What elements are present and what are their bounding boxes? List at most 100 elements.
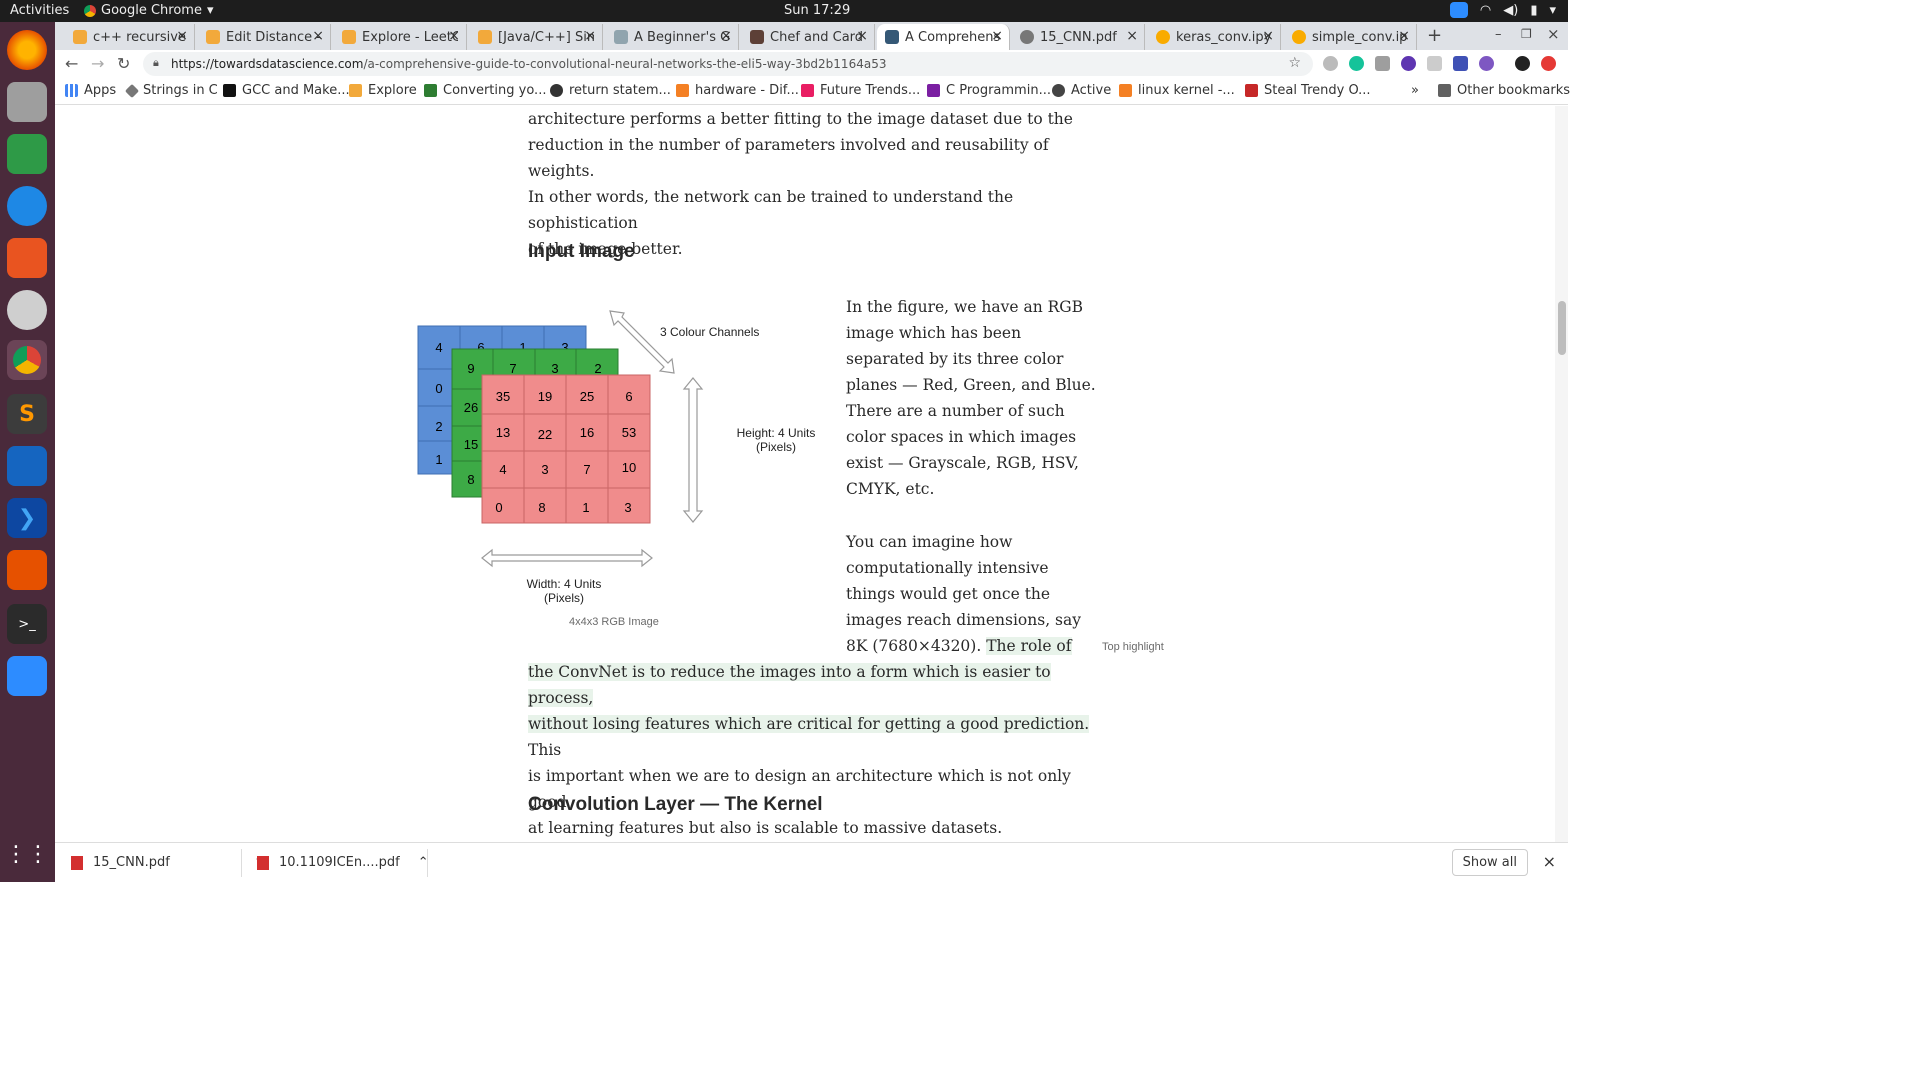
bookmark-apps[interactable]: Apps <box>65 83 116 98</box>
star-icon[interactable]: ☆ <box>1288 55 1301 71</box>
close-icon[interactable]: × <box>991 28 1003 44</box>
pixel-value: 35 <box>496 389 510 404</box>
close-icon[interactable]: × <box>448 28 460 44</box>
chevron-down-icon: ▾ <box>206 3 214 18</box>
pixel-value: 2 <box>594 361 601 376</box>
system-tray[interactable]: ◠ ◀) ▮ ▾ <box>1449 2 1556 18</box>
tab-active[interactable]: A Comprehens × <box>877 24 1010 50</box>
vscode-icon[interactable]: ❯ <box>7 498 47 538</box>
close-icon[interactable]: × <box>1262 28 1274 44</box>
battery-icon[interactable]: ▮ <box>1530 3 1537 18</box>
bookmark[interactable]: Active <box>1052 83 1111 98</box>
impress-icon[interactable] <box>7 550 47 590</box>
download-item[interactable]: 10.1109ICEn....pdf ⌃ <box>257 855 429 870</box>
tab[interactable]: keras_conv.ipy × <box>1148 24 1281 50</box>
chrome-dock-icon[interactable] <box>7 340 47 380</box>
navigation-bar: ← → ↻ 🔒︎ https://towardsdatascience.com /… <box>55 50 1568 78</box>
width-label: Width: 4 Units <box>527 577 602 591</box>
pixel-value: 15 <box>464 437 478 452</box>
page-scrollbar[interactable] <box>1555 106 1568 842</box>
pixel-value: 22 <box>538 427 552 442</box>
bookmark[interactable]: Steal Trendy O... <box>1245 83 1371 98</box>
grammarly-icon[interactable] <box>1349 56 1364 71</box>
other-bookmarks[interactable]: Other bookmarks <box>1438 83 1570 98</box>
tab[interactable]: 15_CNN.pdf × <box>1012 24 1145 50</box>
maximize-button[interactable]: ❐ <box>1521 27 1532 41</box>
bookmarks-overflow-button[interactable]: » <box>1411 83 1419 98</box>
scrollbar-thumb[interactable] <box>1558 301 1566 355</box>
extension-icon[interactable] <box>1323 56 1338 71</box>
window-close-button[interactable]: × <box>1547 25 1560 43</box>
leetcode-icon <box>349 84 362 97</box>
minimize-button[interactable]: – <box>1495 27 1502 42</box>
stackoverflow-icon <box>1119 84 1132 97</box>
tab[interactable]: Edit Distance - × <box>198 24 331 50</box>
extension-icon[interactable] <box>1401 56 1416 71</box>
bookmark[interactable]: linux kernel -... <box>1119 83 1235 98</box>
tab[interactable]: c++ recursive , × <box>65 24 195 50</box>
zoom-tray-icon[interactable] <box>1449 2 1468 18</box>
download-item[interactable]: 15_CNN.pdf ⌃ <box>71 855 265 870</box>
site-icon <box>614 30 628 44</box>
back-icon[interactable]: ← <box>65 54 78 73</box>
software-center-icon[interactable] <box>7 238 47 278</box>
close-icon[interactable]: × <box>720 28 732 44</box>
writer-icon[interactable] <box>7 446 47 486</box>
tab[interactable]: [Java/C++] Sim × <box>470 24 603 50</box>
tab[interactable]: simple_conv.ip × <box>1284 24 1417 50</box>
close-icon[interactable]: × <box>1398 28 1410 44</box>
thunderbird-icon[interactable] <box>7 186 47 226</box>
wifi-icon[interactable]: ◠ <box>1480 3 1491 18</box>
pixel-value: 10 <box>622 460 636 475</box>
close-icon[interactable]: × <box>176 28 188 44</box>
extension-icon[interactable] <box>1541 56 1556 71</box>
extension-icon[interactable] <box>1427 56 1442 71</box>
divider <box>427 849 428 877</box>
highlighted-text[interactable]: the ConvNet is to reduce the images into… <box>528 663 1051 707</box>
close-icon[interactable]: × <box>312 28 324 44</box>
bookmark[interactable]: hardware - Dif... <box>676 83 799 98</box>
highlighted-text[interactable]: The role of <box>986 637 1072 655</box>
clock[interactable]: Sun 17:29 <box>784 3 850 18</box>
address-bar[interactable]: 🔒︎ https://towardsdatascience.com/a-comp… <box>143 52 1313 76</box>
chevron-down-icon[interactable]: ▾ <box>1549 3 1556 18</box>
extension-icon[interactable] <box>1479 56 1494 71</box>
close-icon[interactable]: × <box>1543 852 1556 871</box>
red-channel: 35 19 25 6 13 22 16 53 4 3 7 10 0 8 1 3 <box>481 374 651 524</box>
bookmark[interactable]: Converting yo... <box>424 83 546 98</box>
channels-arrow <box>609 310 675 374</box>
terminal-icon[interactable]: >_ <box>7 604 47 644</box>
globe-icon <box>1020 30 1034 44</box>
app-menu[interactable]: Google Chrome ▾ <box>84 3 214 18</box>
firefox-icon[interactable] <box>7 30 47 70</box>
forward-icon[interactable]: → <box>91 54 104 73</box>
close-icon[interactable]: × <box>1126 28 1138 44</box>
extension-icon[interactable] <box>1453 56 1468 71</box>
zoom-icon[interactable] <box>7 656 47 696</box>
activities-button[interactable]: Activities <box>10 3 69 18</box>
site-icon <box>927 84 940 97</box>
tab[interactable]: Explore - LeetC × <box>334 24 467 50</box>
sublime-text-icon[interactable]: S <box>7 394 47 434</box>
highlighted-text[interactable]: without losing features which are critic… <box>528 715 1090 733</box>
bookmark[interactable]: Strings in C <box>124 83 218 98</box>
spreadsheet-icon[interactable] <box>7 134 47 174</box>
tab[interactable]: A Beginner's G × <box>606 24 739 50</box>
rhythmbox-icon[interactable] <box>7 290 47 330</box>
bookmark[interactable]: C Programmin... <box>927 83 1051 98</box>
close-icon[interactable]: × <box>584 28 596 44</box>
bookmark[interactable]: return statem... <box>550 83 671 98</box>
files-icon[interactable] <box>7 82 47 122</box>
bookmark[interactable]: Explore <box>349 83 417 98</box>
bookmark[interactable]: Future Trends... <box>801 83 920 98</box>
reload-icon[interactable]: ↻ <box>117 54 130 73</box>
avatar[interactable] <box>1515 56 1530 71</box>
volume-icon[interactable]: ◀) <box>1503 3 1518 18</box>
extension-icon[interactable] <box>1375 56 1390 71</box>
close-icon[interactable]: × <box>856 28 868 44</box>
tab[interactable]: Chef and Card × <box>742 24 875 50</box>
show-all-button[interactable]: Show all <box>1451 849 1528 876</box>
new-tab-button[interactable]: + <box>1427 25 1442 46</box>
show-apps-icon[interactable]: ⋮⋮ <box>5 834 49 874</box>
bookmark[interactable]: GCC and Make... <box>223 83 350 98</box>
